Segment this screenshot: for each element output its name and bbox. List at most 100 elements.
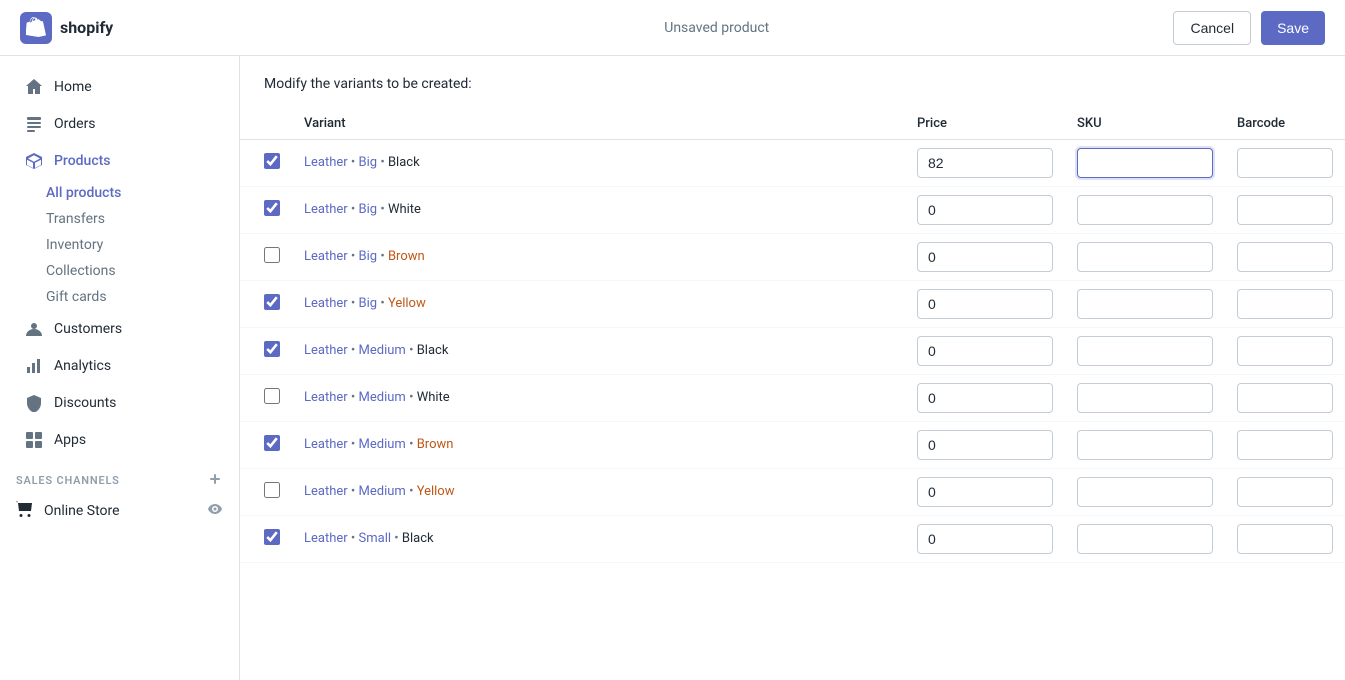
row-checkbox-cell-3	[240, 281, 292, 328]
price-input-6[interactable]	[917, 430, 1053, 460]
barcode-input-7[interactable]	[1237, 477, 1333, 507]
sidebar-subitem-all-products[interactable]: All products	[0, 180, 239, 206]
row-sku-cell-8	[1065, 516, 1225, 563]
row-price-cell-8	[905, 516, 1065, 563]
sidebar-home-label: Home	[54, 79, 92, 95]
sku-input-4[interactable]	[1077, 336, 1213, 366]
row-price-cell-3	[905, 281, 1065, 328]
row-checkbox-1[interactable]	[264, 200, 280, 216]
sidebar-item-discounts[interactable]: Discounts	[8, 385, 231, 421]
row-barcode-cell-6	[1225, 422, 1345, 469]
layout: Home Orders Products All products Transf…	[0, 56, 1345, 680]
price-input-5[interactable]	[917, 383, 1053, 413]
apps-icon	[24, 430, 44, 450]
row-checkbox-6[interactable]	[264, 435, 280, 451]
row-sku-cell-1	[1065, 187, 1225, 234]
products-icon	[24, 151, 44, 171]
customers-icon	[24, 319, 44, 339]
row-barcode-cell-1	[1225, 187, 1345, 234]
sidebar-subitem-transfers[interactable]: Transfers	[0, 206, 239, 232]
sku-input-5[interactable]	[1077, 383, 1213, 413]
table-row: Leather • Medium • White	[240, 375, 1345, 422]
row-barcode-cell-4	[1225, 328, 1345, 375]
sidebar-discounts-label: Discounts	[54, 395, 116, 411]
sku-input-8[interactable]	[1077, 524, 1213, 554]
cancel-button[interactable]: Cancel	[1173, 11, 1251, 45]
save-button[interactable]: Save	[1261, 11, 1325, 45]
online-store-link[interactable]: Online Store	[16, 500, 120, 522]
row-checkbox-3[interactable]	[264, 294, 280, 310]
sales-channels-label: SALES CHANNELS	[0, 459, 239, 494]
orders-icon	[24, 114, 44, 134]
row-checkbox-2[interactable]	[264, 247, 280, 263]
sidebar-subitem-collections[interactable]: Collections	[0, 258, 239, 284]
row-barcode-cell-7	[1225, 469, 1345, 516]
topbar-actions: Cancel Save	[1173, 11, 1325, 45]
barcode-input-4[interactable]	[1237, 336, 1333, 366]
barcode-input-5[interactable]	[1237, 383, 1333, 413]
sidebar-subitem-gift-cards[interactable]: Gift cards	[0, 284, 239, 310]
row-barcode-cell-5	[1225, 375, 1345, 422]
add-sales-channel-icon[interactable]	[207, 471, 223, 490]
sidebar-subitem-inventory[interactable]: Inventory	[0, 232, 239, 258]
barcode-input-1[interactable]	[1237, 195, 1333, 225]
table-row: Leather • Big • Brown	[240, 234, 1345, 281]
table-row: Leather • Medium • Yellow	[240, 469, 1345, 516]
home-icon	[24, 77, 44, 97]
content-area: Modify the variants to be created: Varia…	[240, 56, 1345, 680]
row-sku-cell-2	[1065, 234, 1225, 281]
sidebar-item-home[interactable]: Home	[8, 69, 231, 105]
sku-input-1[interactable]	[1077, 195, 1213, 225]
row-checkbox-cell-6	[240, 422, 292, 469]
price-input-8[interactable]	[917, 524, 1053, 554]
online-store-eye-icon[interactable]	[207, 501, 223, 521]
sidebar-item-products[interactable]: Products	[8, 143, 231, 179]
row-checkbox-cell-0	[240, 140, 292, 187]
barcode-input-8[interactable]	[1237, 524, 1333, 554]
price-input-7[interactable]	[917, 477, 1053, 507]
col-header-price: Price	[905, 108, 1065, 140]
row-checkbox-4[interactable]	[264, 341, 280, 357]
row-checkbox-cell-5	[240, 375, 292, 422]
sku-input-3[interactable]	[1077, 289, 1213, 319]
row-price-cell-7	[905, 469, 1065, 516]
barcode-input-0[interactable]	[1237, 148, 1333, 178]
row-barcode-cell-3	[1225, 281, 1345, 328]
sku-input-6[interactable]	[1077, 430, 1213, 460]
price-input-2[interactable]	[917, 242, 1053, 272]
sku-input-7[interactable]	[1077, 477, 1213, 507]
price-input-1[interactable]	[917, 195, 1053, 225]
row-sku-cell-4	[1065, 328, 1225, 375]
barcode-input-3[interactable]	[1237, 289, 1333, 319]
row-checkbox-cell-1	[240, 187, 292, 234]
sku-input-2[interactable]	[1077, 242, 1213, 272]
table-row: Leather • Small • Black	[240, 516, 1345, 563]
price-input-0[interactable]	[917, 148, 1053, 178]
sidebar-orders-label: Orders	[54, 116, 96, 132]
sidebar-item-orders[interactable]: Orders	[8, 106, 231, 142]
row-checkbox-5[interactable]	[264, 388, 280, 404]
row-variant-name-0: Leather • Big • Black	[292, 140, 905, 187]
row-sku-cell-0	[1065, 140, 1225, 187]
row-checkbox-8[interactable]	[264, 529, 280, 545]
sku-input-0[interactable]	[1077, 148, 1213, 178]
variants-table-wrap: Variant Price SKU Barcode Leather • Big …	[240, 108, 1345, 583]
main-content: Modify the variants to be created: Varia…	[240, 56, 1345, 680]
discounts-icon	[24, 393, 44, 413]
row-checkbox-7[interactable]	[264, 482, 280, 498]
row-checkbox-cell-2	[240, 234, 292, 281]
row-checkbox-0[interactable]	[264, 153, 280, 169]
price-input-3[interactable]	[917, 289, 1053, 319]
barcode-input-2[interactable]	[1237, 242, 1333, 272]
row-barcode-cell-2	[1225, 234, 1345, 281]
online-store-row: Online Store	[0, 494, 239, 528]
barcode-input-6[interactable]	[1237, 430, 1333, 460]
sidebar-item-apps[interactable]: Apps	[8, 422, 231, 458]
sidebar-item-customers[interactable]: Customers	[8, 311, 231, 347]
price-input-4[interactable]	[917, 336, 1053, 366]
sidebar-apps-label: Apps	[54, 432, 86, 448]
variants-table: Variant Price SKU Barcode Leather • Big …	[240, 108, 1345, 563]
row-price-cell-0	[905, 140, 1065, 187]
sidebar-item-analytics[interactable]: Analytics	[8, 348, 231, 384]
row-sku-cell-3	[1065, 281, 1225, 328]
